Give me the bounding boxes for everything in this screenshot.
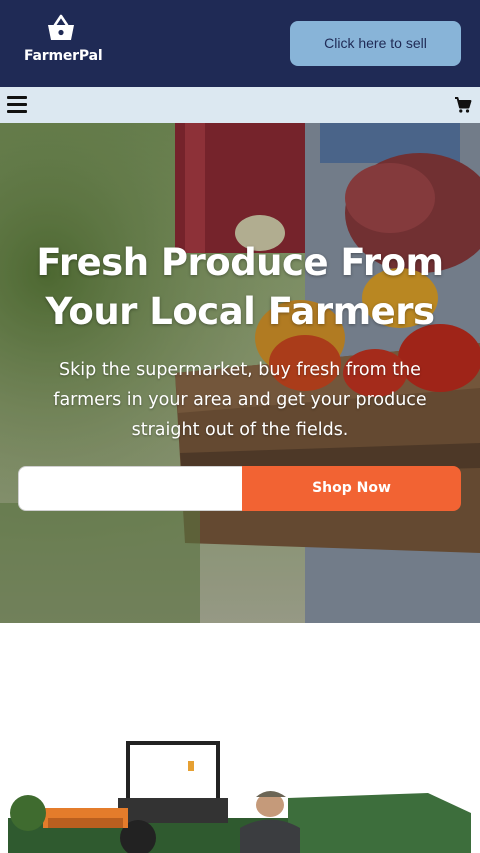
search-input[interactable] bbox=[18, 466, 244, 511]
farmer-tractor-image bbox=[8, 723, 471, 853]
farmer-photo bbox=[8, 723, 471, 853]
brand-logo[interactable]: FarmerPal bbox=[24, 14, 103, 70]
shop-now-button[interactable]: Shop Now bbox=[242, 466, 461, 511]
hamburger-menu-icon[interactable] bbox=[7, 96, 27, 114]
shopping-basket-icon bbox=[48, 14, 74, 40]
sell-button[interactable]: Click here to sell bbox=[290, 21, 461, 66]
hero-subtitle: Skip the supermarket, buy fresh from the… bbox=[53, 360, 427, 440]
brand-name: FarmerPal bbox=[24, 48, 103, 64]
top-header: FarmerPal Click here to sell bbox=[0, 0, 480, 87]
hero-banner: Fresh Produce From Your Local Farmers Sk… bbox=[0, 123, 480, 623]
nav-bar bbox=[0, 87, 480, 123]
shopping-cart-icon[interactable] bbox=[454, 96, 472, 114]
hero-title: Fresh Produce From Your Local Farmers bbox=[36, 241, 444, 333]
content-section bbox=[0, 623, 480, 853]
